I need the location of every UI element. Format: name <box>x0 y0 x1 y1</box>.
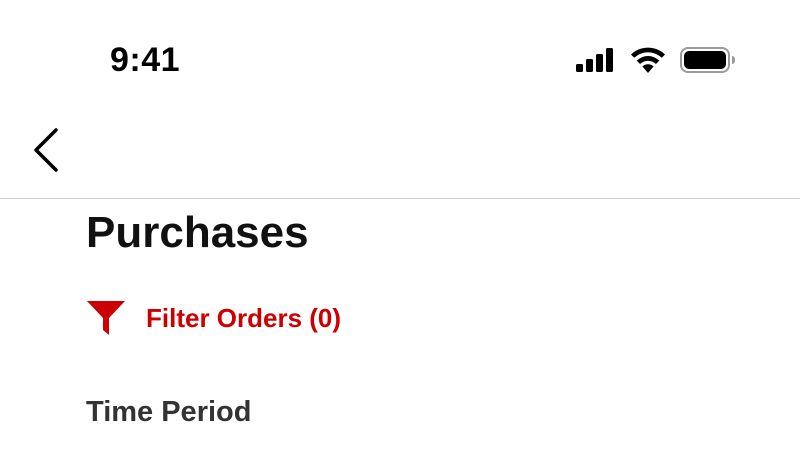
wifi-icon <box>630 47 666 73</box>
filter-funnel-icon <box>86 298 126 338</box>
battery-icon <box>680 47 736 73</box>
status-bar-time: 9:41 <box>110 41 181 79</box>
status-bar-icons <box>576 44 736 76</box>
back-button[interactable] <box>22 124 70 180</box>
cellular-signal-icon <box>576 48 616 72</box>
filter-orders-button[interactable]: Filter Orders (0) <box>86 298 341 338</box>
time-period-heading: Time Period <box>86 396 252 428</box>
header-divider <box>0 198 800 199</box>
filter-orders-label: Filter Orders (0) <box>146 303 342 333</box>
page-title: Purchases <box>86 208 309 257</box>
chevron-left-icon <box>31 127 61 178</box>
